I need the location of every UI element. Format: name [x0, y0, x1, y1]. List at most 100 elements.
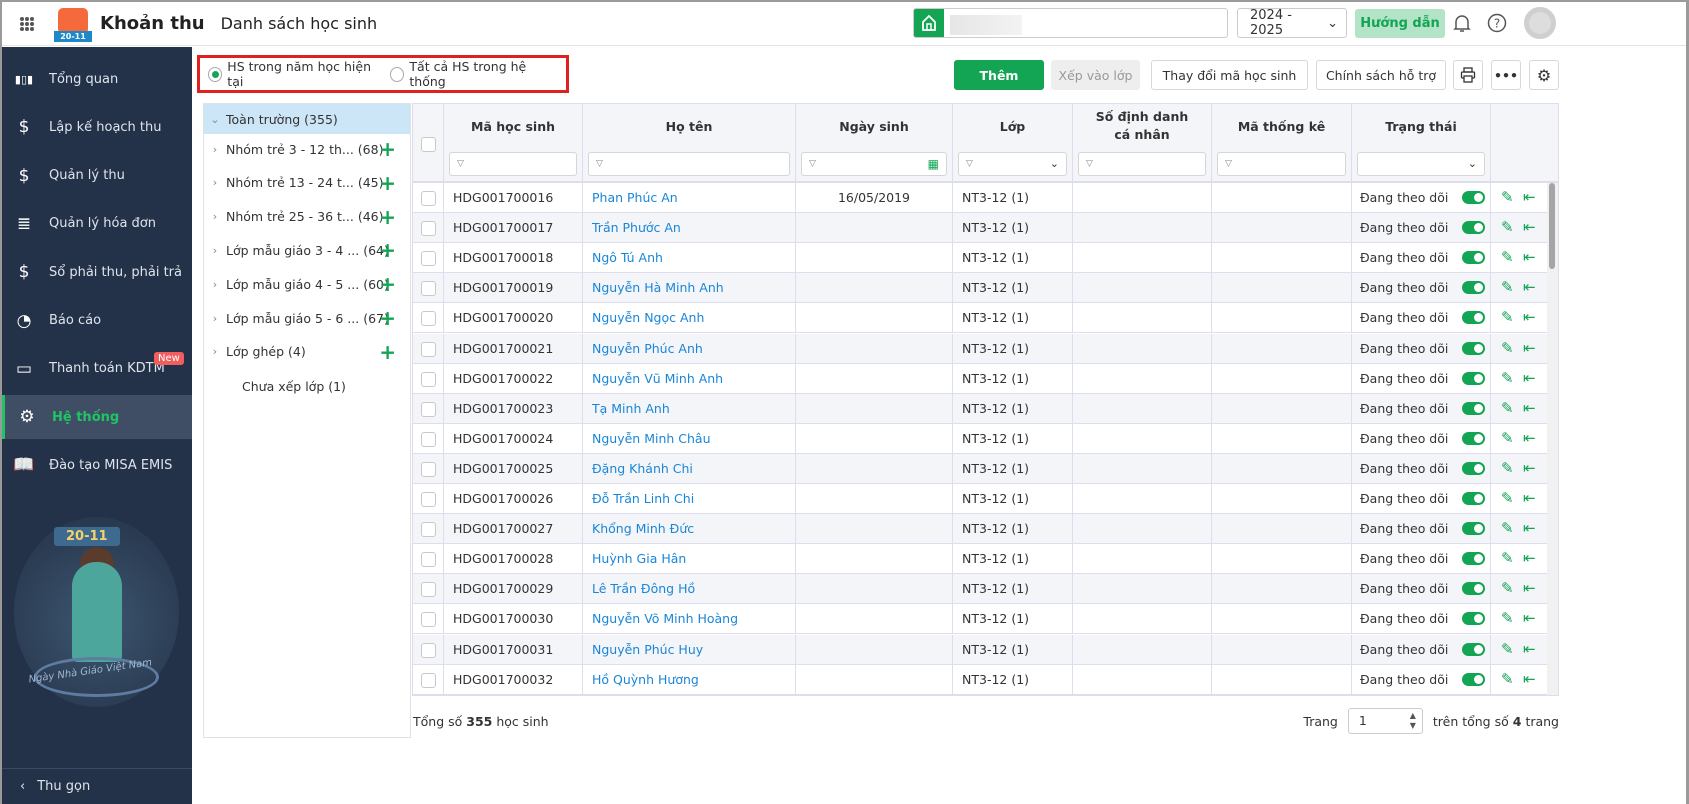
filter-student-code[interactable]: ▽	[449, 152, 577, 176]
transfer-out-icon[interactable]: ⇤	[1523, 520, 1536, 536]
status-toggle[interactable]	[1462, 341, 1485, 355]
table-row[interactable]: HDG001700031 Nguyễn Phúc Huy NT3-12 (1) …	[413, 634, 1549, 665]
table-row[interactable]: HDG001700016 Phan Phúc An 16/05/2019 NT3…	[413, 183, 1549, 213]
transfer-out-icon[interactable]: ⇤	[1523, 400, 1536, 416]
row-checkbox[interactable]	[421, 221, 436, 237]
tree-node-unassigned[interactable]: Chưa xếp lớp (1)	[204, 371, 410, 401]
status-toggle[interactable]	[1462, 281, 1485, 295]
collapse-sidebar-button[interactable]: ‹ Thu gọn	[2, 768, 192, 804]
row-checkbox[interactable]	[421, 251, 436, 267]
edit-pencil-icon[interactable]: ✎	[1501, 460, 1514, 476]
row-checkbox[interactable]	[421, 612, 436, 628]
filter-full-name[interactable]: ▽	[588, 152, 790, 176]
table-row[interactable]: HDG001700028 Huỳnh Gia Hân NT3-12 (1) Đa…	[413, 544, 1549, 575]
transfer-out-icon[interactable]: ⇤	[1523, 550, 1536, 566]
table-row[interactable]: HDG001700032 Hồ Quỳnh Hương NT3-12 (1) Đ…	[413, 664, 1549, 695]
table-row[interactable]: HDG001700018 Ngô Tú Anh NT3-12 (1) Đang …	[413, 243, 1549, 274]
status-toggle[interactable]	[1462, 522, 1485, 536]
tree-node[interactable]: › Lớp mẫu giáo 5 - 6 ... (67) +	[204, 303, 410, 333]
row-checkbox[interactable]	[421, 371, 436, 387]
filter-class[interactable]: ▽ ⌄	[958, 152, 1067, 176]
chevron-right-icon[interactable]: ›	[204, 210, 226, 223]
table-row[interactable]: HDG001700017 Trần Phước An NT3-12 (1) Đa…	[413, 213, 1549, 244]
school-selector[interactable]	[913, 8, 1228, 38]
table-row[interactable]: HDG001700021 Nguyễn Phúc Anh NT3-12 (1) …	[413, 333, 1549, 364]
row-checkbox[interactable]	[421, 311, 436, 327]
table-row[interactable]: HDG001700023 Tạ Minh Anh NT3-12 (1) Đang…	[413, 393, 1549, 424]
edit-pencil-icon[interactable]: ✎	[1501, 610, 1514, 626]
edit-pencil-icon[interactable]: ✎	[1501, 430, 1514, 446]
tree-node[interactable]: › Lớp mẫu giáo 3 - 4 ... (64) +	[204, 235, 410, 265]
table-row[interactable]: HDG001700019 Nguyễn Hà Minh Anh NT3-12 (…	[413, 273, 1549, 304]
student-name-link[interactable]: Lê Trần Đông Hồ	[583, 574, 796, 605]
row-checkbox[interactable]	[421, 552, 436, 568]
support-policy-button[interactable]: Chính sách hỗ trợ	[1316, 60, 1446, 90]
student-name-link[interactable]: Trần Phước An	[583, 213, 796, 244]
spinner-icon[interactable]: ▲ ▼	[1410, 711, 1416, 731]
row-checkbox[interactable]	[421, 642, 436, 658]
edit-pencil-icon[interactable]: ✎	[1501, 550, 1514, 566]
status-toggle[interactable]	[1462, 461, 1485, 475]
radio-all-students-label[interactable]: Tất cả HS trong hệ thống	[409, 59, 558, 89]
student-name-link[interactable]: Nguyễn Ngọc Anh	[583, 303, 796, 334]
add-icon[interactable]: +	[379, 308, 396, 328]
filter-personal-id[interactable]: ▽	[1078, 152, 1206, 176]
edit-pencil-icon[interactable]: ✎	[1501, 249, 1514, 265]
status-toggle[interactable]	[1462, 582, 1485, 596]
app-grid-icon[interactable]	[20, 16, 34, 31]
student-name-link[interactable]: Nguyễn Võ Minh Hoàng	[583, 604, 796, 635]
calendar-icon[interactable]: ▦	[928, 153, 939, 175]
student-name-link[interactable]: Tạ Minh Anh	[583, 393, 796, 424]
row-checkbox[interactable]	[421, 461, 436, 477]
table-row[interactable]: HDG001700022 Nguyễn Vũ Minh Anh NT3-12 (…	[413, 363, 1549, 394]
table-row[interactable]: HDG001700029 Lê Trần Đông Hồ NT3-12 (1) …	[413, 574, 1549, 605]
student-name-link[interactable]: Huỳnh Gia Hân	[583, 544, 796, 575]
status-toggle[interactable]	[1462, 401, 1485, 415]
table-row[interactable]: HDG001700027 Khổng Minh Đức NT3-12 (1) Đ…	[413, 514, 1549, 545]
add-icon[interactable]: +	[379, 173, 396, 193]
sidebar-item-8[interactable]: 📖 Đào tạo MISA EMIS	[2, 443, 192, 487]
change-student-code-button[interactable]: Thay đổi mã học sinh	[1151, 60, 1308, 90]
transfer-out-icon[interactable]: ⇤	[1523, 279, 1536, 295]
row-checkbox[interactable]	[421, 431, 436, 447]
guide-button[interactable]: Hướng dẫn	[1355, 9, 1445, 38]
edit-pencil-icon[interactable]: ✎	[1501, 219, 1514, 235]
add-icon[interactable]: +	[379, 139, 396, 159]
transfer-out-icon[interactable]: ⇤	[1523, 580, 1536, 596]
sidebar-item-5[interactable]: ◔ Báo cáo	[2, 299, 192, 343]
sidebar-item-7[interactable]: ⚙ Hệ thống	[2, 395, 192, 440]
row-checkbox[interactable]	[421, 341, 436, 357]
transfer-out-icon[interactable]: ⇤	[1523, 490, 1536, 506]
transfer-out-icon[interactable]: ⇤	[1523, 460, 1536, 476]
chevron-right-icon[interactable]: ›	[204, 244, 226, 257]
table-row[interactable]: HDG001700025 Đặng Khánh Chi NT3-12 (1) Đ…	[413, 453, 1549, 484]
status-toggle[interactable]	[1462, 612, 1485, 626]
transfer-out-icon[interactable]: ⇤	[1523, 430, 1536, 446]
row-checkbox[interactable]	[421, 401, 436, 417]
student-name-link[interactable]: Đặng Khánh Chi	[583, 453, 796, 484]
status-toggle[interactable]	[1462, 371, 1485, 385]
student-name-link[interactable]: Nguyễn Phúc Huy	[583, 634, 796, 665]
transfer-out-icon[interactable]: ⇤	[1523, 249, 1536, 265]
edit-pencil-icon[interactable]: ✎	[1501, 490, 1514, 506]
table-row[interactable]: HDG001700026 Đỗ Trần Linh Chi NT3-12 (1)…	[413, 484, 1549, 514]
transfer-out-icon[interactable]: ⇤	[1523, 370, 1536, 386]
chevron-right-icon[interactable]: ›	[204, 143, 226, 156]
tree-node[interactable]: › Lớp mẫu giáo 4 - 5 ... (60) +	[204, 269, 410, 299]
select-all-checkbox[interactable]	[421, 137, 436, 152]
student-name-link[interactable]: Đỗ Trần Linh Chi	[583, 484, 796, 514]
filter-status[interactable]: ⌄	[1357, 152, 1485, 176]
radio-current-year-label[interactable]: HS trong năm học hiện tại	[227, 59, 382, 89]
transfer-out-icon[interactable]: ⇤	[1523, 219, 1536, 235]
school-year-select[interactable]: 2024 - 2025 ⌄	[1237, 8, 1347, 38]
status-toggle[interactable]	[1462, 191, 1485, 204]
student-name-link[interactable]: Khổng Minh Đức	[583, 514, 796, 545]
chevron-right-icon[interactable]: ›	[204, 312, 226, 325]
chevron-right-icon[interactable]: ›	[204, 345, 226, 358]
user-avatar[interactable]	[1524, 7, 1556, 39]
student-name-link[interactable]: Nguyễn Phúc Anh	[583, 333, 796, 364]
status-toggle[interactable]	[1462, 221, 1485, 235]
vertical-scrollbar[interactable]	[1547, 183, 1558, 695]
tree-node[interactable]: › Nhóm trẻ 3 - 12 th... (68) +	[204, 134, 410, 164]
filter-stat-code[interactable]: ▽	[1217, 152, 1346, 176]
